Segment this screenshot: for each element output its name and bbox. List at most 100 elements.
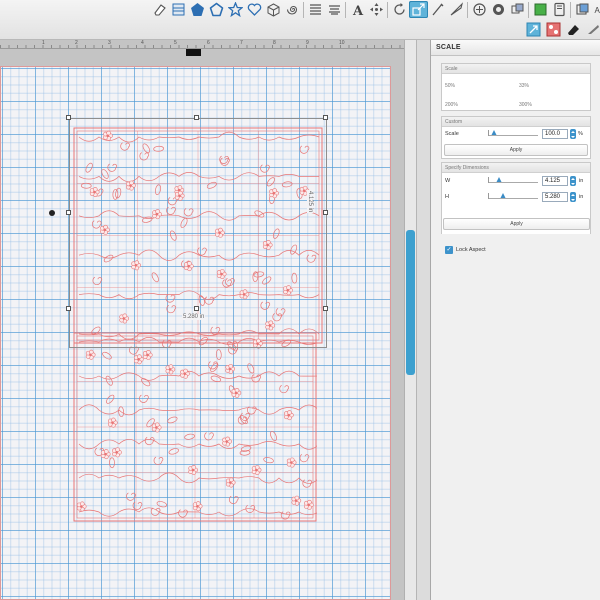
vertical-scrollbar[interactable]	[404, 40, 416, 600]
resize-handle-bottom[interactable]	[194, 306, 199, 311]
scale-unit: %	[578, 131, 583, 137]
height-label: H	[445, 194, 449, 200]
pattern-icon	[546, 22, 561, 37]
character-style-button[interactable]: A|b	[592, 1, 600, 18]
text-button[interactable]: A	[348, 1, 367, 18]
width-slider[interactable]	[488, 177, 538, 183]
character-style-icon: A|b	[595, 6, 600, 15]
lock-aspect-label: Lock Aspect	[456, 247, 486, 253]
scale-slider-knob[interactable]	[491, 130, 497, 136]
fill-color-button[interactable]	[531, 1, 550, 18]
replicate-button[interactable]	[508, 1, 527, 18]
scale-stepper[interactable]	[570, 129, 576, 139]
rounded-pentagon-icon	[209, 2, 224, 17]
ruler-label: 1	[42, 40, 45, 46]
scroll-position-marker[interactable]	[186, 49, 201, 56]
height-input[interactable]: 5.280	[542, 192, 568, 202]
width-label: W	[445, 178, 451, 184]
floral-pattern-top[interactable]	[73, 127, 323, 344]
scale-input[interactable]: 100.0	[542, 129, 568, 139]
resize-handle-left[interactable]	[66, 210, 71, 215]
line-tool-icon	[432, 3, 444, 16]
width-stepper[interactable]	[570, 176, 576, 186]
panel-title: SCALE	[436, 44, 461, 51]
scale-button[interactable]	[409, 1, 428, 18]
knife-icon	[450, 2, 464, 16]
page-icon	[554, 2, 565, 17]
replicate-icon	[511, 3, 524, 14]
preset-300[interactable]: 300%	[519, 102, 532, 108]
eraser-tool-button[interactable]	[150, 1, 169, 18]
fill-pattern-button[interactable]	[169, 1, 188, 18]
eraser-button[interactable]	[564, 21, 583, 38]
eraser-icon	[568, 25, 579, 35]
cube-icon	[267, 3, 280, 17]
line-tool-button[interactable]	[428, 1, 447, 18]
toolbar-separator	[303, 2, 304, 18]
star-button[interactable]	[226, 1, 245, 18]
pentagon-button[interactable]	[188, 1, 207, 18]
trace-icon	[473, 3, 486, 16]
ruler-label: 4	[141, 40, 144, 46]
height-stepper[interactable]	[570, 192, 576, 202]
preset-200[interactable]: 200%	[445, 102, 458, 108]
preset-50[interactable]: 50%	[445, 83, 455, 89]
scale-presets-section: Scale 50% 33% 200% 300%	[441, 63, 591, 111]
move-button[interactable]	[367, 1, 386, 18]
section-title-custom: Custom	[442, 117, 590, 127]
selection-height-label: 4.125 in	[307, 190, 313, 214]
pattern-button[interactable]	[544, 21, 563, 38]
ruler-label: 2	[75, 40, 78, 46]
width-slider-knob[interactable]	[496, 177, 502, 183]
section-title-dimensions: Specify Dimensions	[442, 163, 590, 173]
lock-aspect-checkbox[interactable]: ✓	[445, 246, 453, 254]
spiral-button[interactable]	[283, 1, 302, 18]
pentagon-icon	[191, 3, 204, 16]
eraser-tool-icon	[154, 4, 166, 16]
scale-slider[interactable]	[488, 130, 538, 136]
fill-pattern-icon	[172, 3, 185, 16]
page-button[interactable]	[550, 1, 569, 18]
panel-header: SCALE	[431, 40, 600, 56]
scale-panel: SCALE Scale 50% 33% 200% 300% Custom Sca…	[430, 40, 600, 600]
resize-handle-top-right[interactable]	[323, 115, 328, 120]
rotation-pivot-icon[interactable]	[49, 210, 55, 216]
cube-button[interactable]	[264, 1, 283, 18]
align-left-button[interactable]	[306, 1, 325, 18]
knife-button[interactable]	[447, 1, 466, 18]
floral-pattern-bottom[interactable]	[73, 332, 317, 522]
heart-icon	[247, 3, 262, 16]
knife-blade-icon	[588, 25, 599, 34]
resize-handle-bottom-right[interactable]	[323, 306, 328, 311]
ruler-label: 7	[240, 40, 243, 46]
vertical-scrollbar-thumb[interactable]	[406, 230, 415, 375]
trace-button[interactable]	[470, 1, 489, 18]
resize-handle-top-left[interactable]	[66, 115, 71, 120]
resize-handle-right[interactable]	[323, 210, 328, 215]
ruler-label: 6	[207, 40, 210, 46]
layers-button[interactable]	[573, 1, 592, 18]
panel-splitter[interactable]	[416, 40, 430, 600]
resize-handle-bottom-left[interactable]	[66, 306, 71, 311]
height-slider[interactable]	[488, 193, 538, 199]
rotate-button[interactable]	[390, 1, 409, 18]
scale-window-button[interactable]	[524, 21, 543, 38]
height-slider-knob[interactable]	[499, 193, 506, 199]
heart-button[interactable]	[245, 1, 264, 18]
rounded-pentagon-button[interactable]	[207, 1, 226, 18]
resize-handle-top[interactable]	[194, 115, 199, 120]
offset-button[interactable]	[489, 1, 508, 18]
custom-apply-button[interactable]: Apply	[444, 144, 588, 156]
design-canvas[interactable]: 1 2 3 4 5 6 7 8 9 10 5.280 in 4.125 in	[0, 40, 416, 600]
align-center-button[interactable]	[325, 1, 344, 18]
align-center-icon	[329, 5, 340, 15]
ruler-label: 9	[306, 40, 309, 46]
preset-33[interactable]: 33%	[519, 83, 529, 89]
dimensions-apply-button[interactable]: Apply	[443, 218, 590, 230]
svg-text:A: A	[352, 4, 364, 17]
knife-blade-button[interactable]	[584, 21, 600, 38]
fill-color-icon	[534, 3, 547, 16]
scale-icon	[412, 3, 425, 16]
custom-scale-section: Custom Scale 100.0 % Apply	[441, 116, 591, 159]
width-input[interactable]: 4.125	[542, 176, 568, 186]
